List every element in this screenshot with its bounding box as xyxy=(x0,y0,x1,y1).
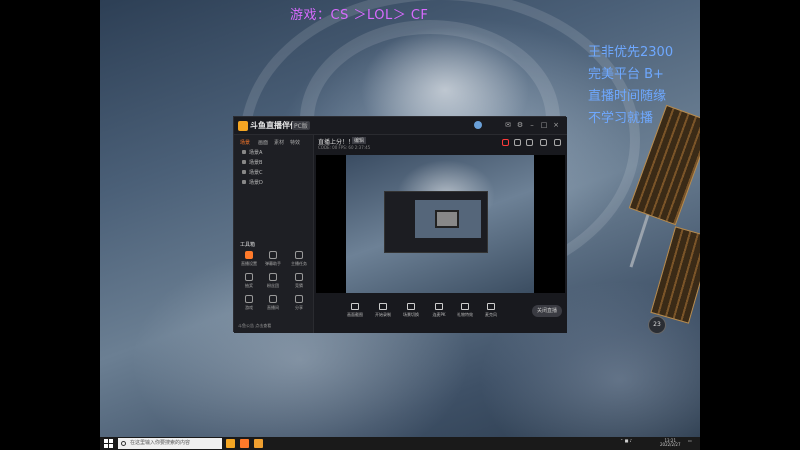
preview-nested-core xyxy=(435,210,459,228)
eye-icon xyxy=(242,170,246,174)
switch-icon xyxy=(407,303,415,310)
scene-item[interactable]: 场景B xyxy=(242,159,302,167)
go-live-button[interactable]: 关闭直播 xyxy=(532,305,562,317)
streaming-app-window[interactable]: 斗鱼直播伴侣 PC版 ✉ ⚙ – □ × 场景 画面 素材 特效 场景A 场景B… xyxy=(233,116,567,333)
eye-icon xyxy=(242,180,246,184)
preview-nested-window xyxy=(384,191,488,253)
app-logo-icon xyxy=(238,121,248,131)
tool-tasks[interactable]: 主播任务 xyxy=(288,251,310,269)
main-panel: 直播上分！！！ 编辑 CODE: 00 FPS: 60 2:37:45 画面截图… xyxy=(314,135,567,333)
right-letterbox xyxy=(700,0,800,450)
bell-icon[interactable] xyxy=(540,139,547,146)
game-icon xyxy=(245,295,253,303)
lock-icon[interactable] xyxy=(514,139,521,146)
title-bar[interactable]: 斗鱼直播伴侣 PC版 ✉ ⚙ – □ × xyxy=(234,117,567,135)
solar-panel xyxy=(650,226,700,324)
taskbar: 在这里输入你要搜索的内容 ⌃ ■ ♪ 13:21 2022/2/27 ▭ xyxy=(100,437,700,450)
eye-icon xyxy=(242,150,246,154)
tab-picture[interactable]: 画面 xyxy=(258,139,268,146)
left-letterbox xyxy=(0,0,100,450)
taskbar-search-input[interactable]: 在这里输入你要搜索的内容 xyxy=(118,438,222,449)
settings-icon[interactable]: ⚙ xyxy=(516,121,524,129)
clock[interactable]: 13:21 2022/2/27 xyxy=(660,439,681,447)
screenshot-button[interactable]: 画面截图 xyxy=(344,303,366,318)
scene-item[interactable]: 场景C xyxy=(242,169,302,177)
minimize-icon[interactable]: – xyxy=(528,121,536,129)
live-icon xyxy=(245,251,253,259)
close-icon[interactable]: × xyxy=(552,121,560,129)
version-tag: PC版 xyxy=(292,121,310,130)
layout-icon[interactable] xyxy=(526,139,533,146)
toolbox-title: 工具箱 xyxy=(240,242,256,248)
overlay-line: 直播时间随缘 xyxy=(588,89,667,104)
tool-room[interactable]: 直播间 xyxy=(262,295,284,313)
search-icon xyxy=(121,441,126,446)
eye-icon xyxy=(242,160,246,164)
stream-stats: CODE: 00 FPS: 60 2:37:45 xyxy=(318,145,371,150)
share-icon xyxy=(295,295,303,303)
edit-title-button[interactable]: 编辑 xyxy=(352,137,367,144)
chat-icon xyxy=(269,251,277,259)
scene-switch-button[interactable]: 场景切换 xyxy=(400,303,422,318)
quiz-icon xyxy=(295,273,303,281)
preview-nested-screen xyxy=(415,200,481,238)
gift-icon xyxy=(245,273,253,281)
fans-icon xyxy=(269,273,277,281)
gift-icon xyxy=(461,303,469,310)
tool-danmaku[interactable]: 弹幕助手 xyxy=(262,251,284,269)
app-brand: 斗鱼直播伴侣 xyxy=(250,121,298,130)
task-icon xyxy=(295,251,303,259)
tool-quiz[interactable]: 竞猜 xyxy=(288,273,310,291)
record-icon[interactable] xyxy=(502,139,509,146)
microphone-icon xyxy=(487,303,495,310)
overlay-title: 游戏：CS ＞LOL＞ CF xyxy=(290,8,429,23)
tool-share[interactable]: 分享 xyxy=(288,295,310,313)
notification-icon[interactable]: ▭ xyxy=(688,439,692,443)
scene-item[interactable]: 场景A xyxy=(242,149,302,157)
windows-start-icon[interactable] xyxy=(104,439,113,448)
sidebar-notice[interactable]: 斗鱼公告 点击查看 xyxy=(238,323,271,329)
scene-item[interactable]: 场景D xyxy=(242,179,302,187)
taskbar-app-icon[interactable] xyxy=(226,439,235,448)
app-sidebar: 场景 画面 素材 特效 场景A 场景B 场景C 场景D 工具箱 直播设置 弹幕助… xyxy=(234,135,314,333)
record-button[interactable]: 开始录制 xyxy=(372,303,394,318)
taskbar-app-icon[interactable] xyxy=(240,439,249,448)
mail-icon[interactable]: ✉ xyxy=(504,121,512,129)
overlay-line: 完美平台 B+ xyxy=(588,67,664,82)
tool-lottery[interactable]: 抽奖 xyxy=(238,273,260,291)
stream-preview[interactable] xyxy=(316,155,565,293)
avatar[interactable] xyxy=(474,121,482,129)
pk-button[interactable]: 连麦PK xyxy=(428,303,450,318)
tray-icons[interactable]: ⌃ ■ ♪ xyxy=(620,439,632,443)
pk-icon xyxy=(435,303,443,310)
overlay-line: 不学习就播 xyxy=(588,111,654,126)
tool-game[interactable]: 游戏 xyxy=(238,295,260,313)
tab-effects[interactable]: 特效 xyxy=(290,139,300,146)
taskbar-app-icon[interactable] xyxy=(254,439,263,448)
overlay-line: 王非优先2300 xyxy=(588,45,674,60)
screenshot-icon xyxy=(351,303,359,310)
tool-fans[interactable]: 粉丝团 xyxy=(262,273,284,291)
microphone-button[interactable]: 麦克风 xyxy=(480,303,502,318)
control-bar: 画面截图 开始录制 场景切换 连麦PK 礼物特效 麦克风 关闭直播 xyxy=(314,301,567,333)
record-icon xyxy=(379,303,387,310)
gift-effect-button[interactable]: 礼物特效 xyxy=(454,303,476,318)
preview-nested-desktop xyxy=(346,155,534,293)
tab-scenes[interactable]: 场景 xyxy=(240,139,250,146)
maximize-icon[interactable]: □ xyxy=(540,121,548,129)
room-icon xyxy=(269,295,277,303)
share-icon[interactable] xyxy=(554,139,561,146)
floating-badge[interactable]: 23 xyxy=(648,316,666,334)
tab-assets[interactable]: 素材 xyxy=(274,139,284,146)
tool-live-settings[interactable]: 直播设置 xyxy=(238,251,260,269)
desktop-wallpaper: 游戏：CS ＞LOL＞ CF 王非优先2300 完美平台 B+ 直播时间随缘 不… xyxy=(100,0,700,437)
